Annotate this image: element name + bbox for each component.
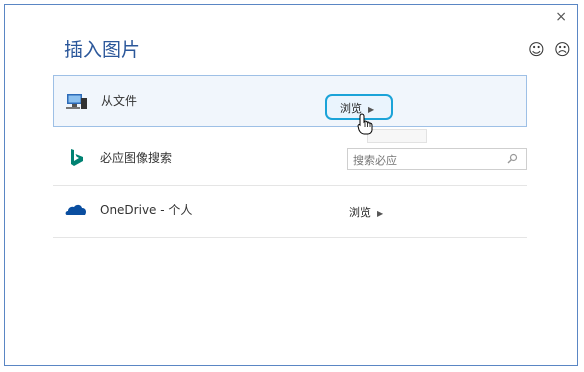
onedrive-row[interactable]: OneDrive - 个人 浏览 ▶ xyxy=(53,185,527,238)
frown-feedback-icon[interactable]: ☹ xyxy=(554,40,571,59)
bing-icon xyxy=(71,149,83,166)
dialog-title: 插入图片 xyxy=(64,39,141,61)
from-file-label: 从文件 xyxy=(101,94,138,108)
chevron-right-icon: ▶ xyxy=(377,209,384,218)
computer-icon xyxy=(66,94,87,109)
bing-search-box[interactable] xyxy=(347,148,527,171)
smile-feedback-icon[interactable]: ☺ xyxy=(528,40,545,59)
tooltip xyxy=(367,129,427,143)
bing-search-label: 必应图像搜索 xyxy=(100,151,173,165)
onedrive-label: OneDrive - 个人 xyxy=(100,203,193,217)
search-icon[interactable] xyxy=(507,153,518,164)
onedrive-browse-text[interactable]: 浏览 xyxy=(349,206,371,219)
bing-search-row: 必应图像搜索 xyxy=(53,133,527,186)
from-file-row[interactable]: 从文件 xyxy=(53,75,527,127)
insert-picture-dialog: × 插入图片 ☺ ☹ 从文件 必应图像搜索 OneDr xyxy=(4,4,578,366)
onedrive-browse-link[interactable]: 浏览 ▶ xyxy=(349,204,383,220)
close-icon[interactable]: × xyxy=(555,9,567,25)
hand-cursor-icon xyxy=(357,113,373,135)
onedrive-icon xyxy=(65,204,86,215)
bing-search-input[interactable] xyxy=(348,150,503,171)
